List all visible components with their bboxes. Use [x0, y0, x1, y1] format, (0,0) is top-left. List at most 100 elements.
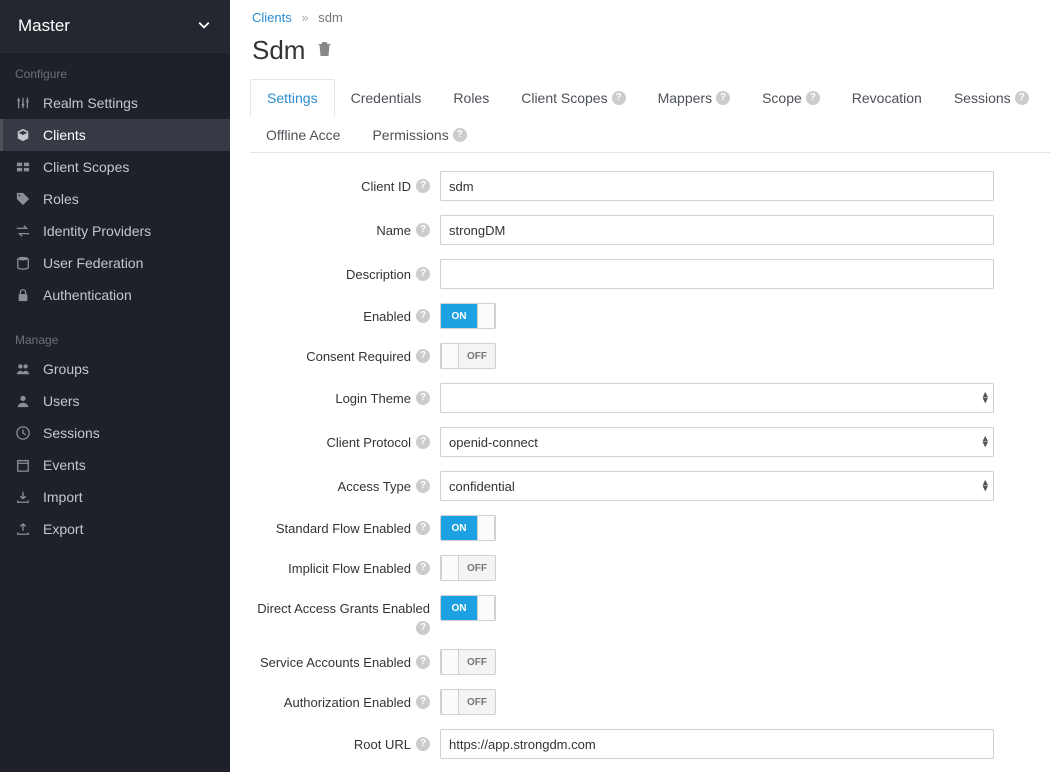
chevron-down-icon — [198, 18, 210, 34]
help-icon[interactable]: ? — [416, 521, 430, 535]
help-icon[interactable]: ? — [416, 737, 430, 751]
help-icon[interactable]: ? — [416, 621, 430, 635]
help-icon[interactable]: ? — [716, 91, 730, 105]
calendar-icon — [15, 458, 31, 472]
help-icon[interactable]: ? — [416, 267, 430, 281]
tab-label: Roles — [453, 90, 489, 106]
tab-permissions[interactable]: Permissions ? — [356, 117, 482, 153]
description-input[interactable] — [440, 259, 994, 289]
sidebar-item-realm-settings[interactable]: Realm Settings — [0, 87, 230, 119]
login-theme-select[interactable] — [440, 383, 994, 413]
tab-label: Mappers — [658, 90, 712, 106]
sidebar-item-label: Realm Settings — [43, 95, 138, 111]
tab-revocation[interactable]: Revocation — [836, 79, 938, 117]
help-icon[interactable]: ? — [1015, 91, 1029, 105]
help-icon[interactable]: ? — [416, 179, 430, 193]
help-icon[interactable]: ? — [416, 349, 430, 363]
sidebar-item-events[interactable]: Events — [0, 449, 230, 481]
sliders-icon — [15, 96, 31, 110]
sidebar-item-export[interactable]: Export — [0, 513, 230, 545]
client-protocol-label: Client Protocol — [326, 435, 411, 450]
page-title: Sdm — [252, 35, 305, 66]
tab-credentials[interactable]: Credentials — [335, 79, 438, 117]
sidebar-item-sessions[interactable]: Sessions — [0, 417, 230, 449]
service-accounts-label: Service Accounts Enabled — [260, 655, 411, 670]
tab-scope[interactable]: Scope ? — [746, 79, 836, 117]
standard-flow-toggle[interactable]: ONOFF — [440, 515, 496, 541]
tab-settings[interactable]: Settings — [250, 79, 335, 117]
client-protocol-select[interactable] — [440, 427, 994, 457]
tab-client-scopes[interactable]: Client Scopes ? — [505, 79, 641, 117]
tab-roles[interactable]: Roles — [437, 79, 505, 117]
access-type-label: Access Type — [338, 479, 411, 494]
sidebar-item-label: Clients — [43, 127, 86, 143]
implicit-flow-toggle[interactable]: ONOFF — [440, 555, 496, 581]
sidebar-section-manage: Manage — [0, 319, 230, 353]
group-icon — [15, 362, 31, 376]
tab-mappers[interactable]: Mappers ? — [642, 79, 746, 117]
sidebar-item-client-scopes[interactable]: Client Scopes — [0, 151, 230, 183]
tab-label: Revocation — [852, 90, 922, 106]
sidebar-item-label: Groups — [43, 361, 89, 377]
realm-selector[interactable]: Master — [0, 0, 230, 53]
sidebar-item-label: Client Scopes — [43, 159, 129, 175]
clock-icon — [15, 426, 31, 440]
tab-label: Settings — [267, 90, 318, 106]
export-icon — [15, 522, 31, 536]
tab-sessions[interactable]: Sessions ? — [938, 79, 1045, 117]
access-type-select[interactable] — [440, 471, 994, 501]
help-icon[interactable]: ? — [416, 561, 430, 575]
authorization-label: Authorization Enabled — [284, 695, 411, 710]
realm-name: Master — [18, 16, 70, 36]
sidebar-item-label: Identity Providers — [43, 223, 151, 239]
consent-required-toggle[interactable]: ONOFF — [440, 343, 496, 369]
help-icon[interactable]: ? — [416, 695, 430, 709]
help-icon[interactable]: ? — [416, 223, 430, 237]
root-url-input[interactable] — [440, 729, 994, 759]
help-icon[interactable]: ? — [416, 309, 430, 323]
direct-access-toggle[interactable]: ONOFF — [440, 595, 496, 621]
database-icon — [15, 256, 31, 270]
sidebar: Master Configure Realm SettingsClientsCl… — [0, 0, 230, 772]
login-theme-label: Login Theme — [335, 391, 411, 406]
sidebar-item-label: Import — [43, 489, 83, 505]
breadcrumb-separator: » — [301, 10, 308, 25]
cube-icon — [15, 128, 31, 142]
breadcrumb-parent[interactable]: Clients — [252, 10, 292, 25]
sidebar-item-clients[interactable]: Clients — [0, 119, 230, 151]
help-icon[interactable]: ? — [416, 435, 430, 449]
tabs: SettingsCredentialsRolesClient Scopes ?M… — [250, 78, 1050, 153]
sidebar-item-authentication[interactable]: Authentication — [0, 279, 230, 311]
help-icon[interactable]: ? — [416, 655, 430, 669]
help-icon[interactable]: ? — [806, 91, 820, 105]
tab-offline-acce[interactable]: Offline Acce — [250, 117, 356, 153]
tag-icon — [15, 192, 31, 206]
sidebar-item-label: Users — [43, 393, 80, 409]
client-id-input[interactable] — [440, 171, 994, 201]
help-icon[interactable]: ? — [416, 391, 430, 405]
tab-label: Scope — [762, 90, 802, 106]
enabled-label: Enabled — [363, 309, 411, 324]
sidebar-item-users[interactable]: Users — [0, 385, 230, 417]
help-icon[interactable]: ? — [612, 91, 626, 105]
sidebar-item-roles[interactable]: Roles — [0, 183, 230, 215]
service-accounts-toggle[interactable]: ONOFF — [440, 649, 496, 675]
sidebar-item-groups[interactable]: Groups — [0, 353, 230, 385]
name-input[interactable] — [440, 215, 994, 245]
help-icon[interactable]: ? — [416, 479, 430, 493]
help-icon[interactable]: ? — [453, 128, 467, 142]
sidebar-item-import[interactable]: Import — [0, 481, 230, 513]
tab-label: Sessions — [954, 90, 1011, 106]
sidebar-item-user-federation[interactable]: User Federation — [0, 247, 230, 279]
sidebar-item-identity-providers[interactable]: Identity Providers — [0, 215, 230, 247]
tab-label: Offline Acce — [266, 127, 340, 143]
sidebar-item-label: Export — [43, 521, 83, 537]
sidebar-item-label: Events — [43, 457, 86, 473]
main-content: Clients » sdm Sdm SettingsCredentialsRol… — [230, 0, 1050, 772]
direct-access-label: Direct Access Grants Enabled — [257, 601, 430, 616]
import-icon — [15, 490, 31, 504]
lock-icon — [15, 288, 31, 302]
delete-icon[interactable] — [317, 41, 332, 60]
authorization-toggle[interactable]: ONOFF — [440, 689, 496, 715]
enabled-toggle[interactable]: ONOFF — [440, 303, 496, 329]
